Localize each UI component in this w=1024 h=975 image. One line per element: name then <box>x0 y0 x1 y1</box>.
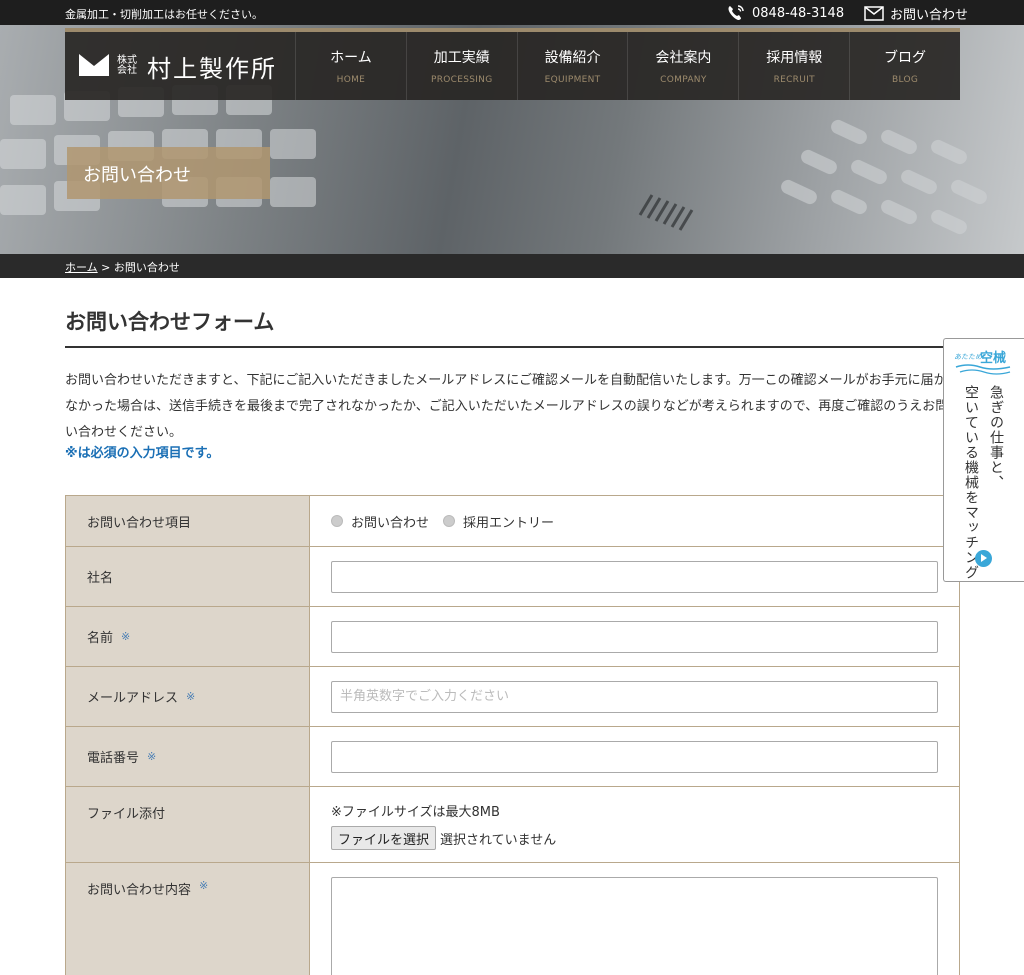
radio-recruit-entry-label[interactable]: 採用エントリー <box>463 512 554 531</box>
required-mark: ※ <box>186 690 196 703</box>
nav-sublabel: RECRUIT <box>773 75 815 85</box>
radio-inquiry-label[interactable]: お問い合わせ <box>351 512 429 531</box>
mail-icon <box>864 6 884 21</box>
brand-logo-icon: あたため! 空械 <box>954 350 1011 375</box>
label-text: 名前 <box>87 631 114 646</box>
radio-inquiry[interactable] <box>331 515 343 527</box>
company-input[interactable] <box>331 560 938 593</box>
phone-input[interactable] <box>331 740 938 773</box>
email-label: メールアドレス ※ <box>66 667 310 726</box>
nav-sublabel: PROCESSING <box>430 75 493 85</box>
main-navbar: 株式会社 村上製作所 ホーム HOME 加工実績 PROCESSING 設備紹介 EQ… <box>65 28 960 100</box>
nav-company[interactable]: 会社案内 COMPANY <box>627 32 738 100</box>
hero-banner: 株式会社 村上製作所 ホーム HOME 加工実績 PROCESSING 設備紹介 EQ… <box>0 25 1024 254</box>
breadcrumb-current: お問い合わせ <box>113 261 180 274</box>
svg-text:空械: 空械 <box>980 350 1006 366</box>
top-bar: 金属加工・切削加工はお任せください。 0848-48-3148 お問い合わせ <box>0 0 1024 25</box>
nav-sublabel: EQUIPMENT <box>544 75 601 85</box>
label-text: 社名 <box>87 571 114 586</box>
file-status: 選択されていません <box>440 832 557 848</box>
message-textarea[interactable] <box>331 877 938 975</box>
logo-kabushiki: 株式会社 <box>117 55 137 76</box>
contact-link[interactable]: お問い合わせ <box>864 4 968 23</box>
phone-label: 電話番号 ※ <box>66 727 310 786</box>
nav-label: 会社案内 <box>655 50 712 66</box>
radio-recruit-entry[interactable] <box>443 515 456 527</box>
choose-file-button[interactable]: ファイルを選択 <box>331 826 437 850</box>
file-size-note: ※ファイルサイズは最大8MB <box>331 805 500 820</box>
label-text: 電話番号 <box>87 751 140 766</box>
required-mark: ※ <box>199 879 209 892</box>
name-label: 名前 ※ <box>66 607 310 666</box>
nav-equipment[interactable]: 設備紹介 EQUIPMENT <box>516 32 628 100</box>
logo-company-name: 村上製作所 <box>147 54 277 83</box>
site-logo[interactable]: 株式会社 村上製作所 <box>65 32 295 100</box>
inquiry-type-label: お問い合わせ項目 <box>66 496 310 546</box>
label-text: メールアドレス <box>87 691 179 706</box>
required-mark: ※ <box>147 750 157 763</box>
label-text: お問い合わせ項目 <box>87 515 192 531</box>
nav-label: 加工実績 <box>433 50 490 66</box>
nav-label: ホーム <box>330 50 372 66</box>
nav-label: ブログ <box>884 50 927 66</box>
file-label: ファイル添付 <box>66 787 310 862</box>
message-label: お問い合わせ内容 ※ <box>66 863 310 975</box>
label-text: お問い合わせ内容 <box>87 883 192 898</box>
required-note: ※は必須の入力項目です。 <box>65 446 220 461</box>
logo-mark-icon <box>79 52 109 80</box>
nav-blog[interactable]: ブログ BLOG <box>849 32 960 100</box>
contact-label: お問い合わせ <box>890 8 969 23</box>
contact-form: お問い合わせ項目 お問い合わせ 採用エントリー 社名 名前 ※ メールアドレス ※ … <box>65 495 960 975</box>
banner-line-1: 急ぎの仕事と、 <box>988 385 1004 490</box>
nav-sublabel: COMPANY <box>660 75 707 85</box>
email-input[interactable] <box>331 680 938 713</box>
breadcrumb-separator: > <box>101 261 111 274</box>
nav-sublabel: BLOG <box>891 75 919 85</box>
nav-label: 採用情報 <box>766 50 823 66</box>
arrow-right-icon <box>975 550 992 567</box>
required-mark: ※ <box>121 630 131 643</box>
label-text: ファイル添付 <box>87 807 166 822</box>
side-banner[interactable]: あたため! 空械 急ぎの仕事と、 空いている機械をマッチング <box>943 338 1024 582</box>
tagline: 金属加工・切削加工はお任せください。 <box>65 8 263 21</box>
form-row-phone: 電話番号 ※ <box>65 727 960 787</box>
breadcrumb-home-link[interactable]: ホーム <box>65 261 98 274</box>
breadcrumb: ホーム > お問い合わせ <box>0 254 1024 278</box>
form-row-file: ファイル添付 ※ファイルサイズは最大8MB ファイルを選択 選択されていません <box>65 787 960 863</box>
phone-link[interactable]: 0848-48-3148 <box>726 4 844 22</box>
company-label: 社名 <box>66 547 310 606</box>
nav-recruit[interactable]: 採用情報 RECRUIT <box>738 32 849 100</box>
nav-home[interactable]: ホーム HOME <box>295 32 406 100</box>
nav-processing[interactable]: 加工実績 PROCESSING <box>405 32 517 100</box>
nav-sublabel: HOME <box>336 75 366 85</box>
nav-label: 設備紹介 <box>544 50 601 66</box>
form-row-company: 社名 <box>65 547 960 607</box>
page-title: お問い合わせ <box>67 147 270 199</box>
form-row-message: お問い合わせ内容 ※ <box>65 863 960 975</box>
phone-number: 0848-48-3148 <box>752 5 845 21</box>
form-section-title: お問い合わせフォーム <box>65 306 960 348</box>
inquiry-type-radio-group: お問い合わせ 採用エントリー <box>331 512 560 531</box>
phone-icon <box>726 4 746 22</box>
form-row-email: メールアドレス ※ <box>65 667 960 727</box>
name-input[interactable] <box>331 620 938 653</box>
intro-text: お問い合わせいただきますと、下記にご記入いただきましたメールアドレスにご確認メー… <box>65 373 949 440</box>
form-row-inquiry-type: お問い合わせ項目 お問い合わせ 採用エントリー <box>65 496 960 547</box>
form-row-name: 名前 ※ <box>65 607 960 667</box>
